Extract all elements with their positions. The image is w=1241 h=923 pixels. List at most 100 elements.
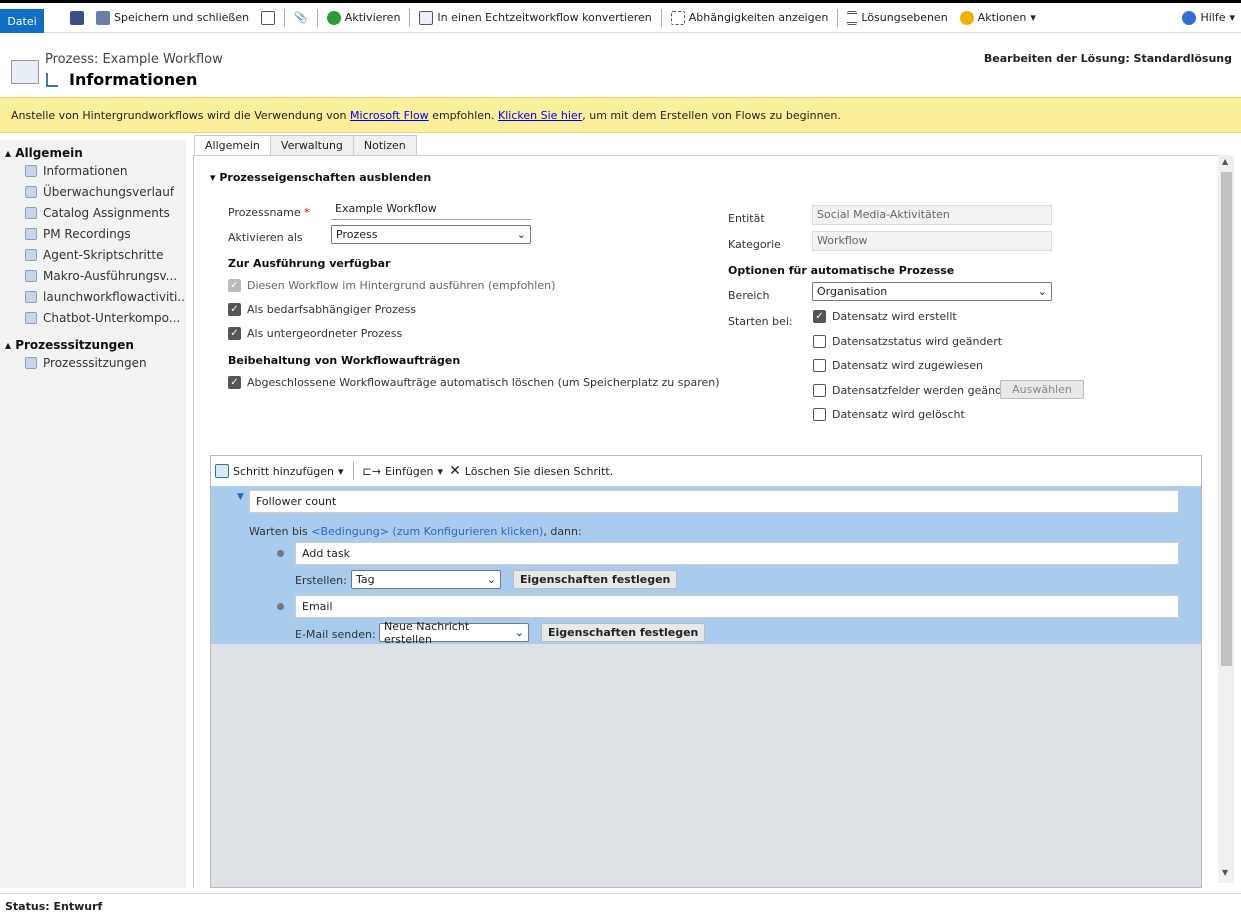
actions-menu[interactable]: Aktionen ▾ — [954, 10, 1042, 25]
entity-field: Social Media-Aktivitäten — [812, 205, 1052, 225]
sidebar-item-prozesssitzungen[interactable]: Prozesssitzungen — [0, 352, 186, 373]
action-name-input[interactable]: Email — [295, 595, 1179, 618]
wait-condition: Warten bis <Bedingung> (zum Konfiguriere… — [249, 525, 582, 538]
chevron-down-icon: ⌄ — [516, 228, 526, 241]
availability-heading: Zur Ausführung verfügbar — [228, 257, 391, 270]
add-step-icon — [215, 464, 229, 478]
insert-button[interactable]: ⊏→ Einfügen ▾ — [363, 465, 444, 478]
save-button[interactable] — [64, 10, 90, 25]
dependencies-button[interactable]: Abhängigkeiten anzeigen — [665, 10, 835, 25]
dropdown-arrow-icon: ▾ — [1229, 11, 1235, 24]
tab-general[interactable]: Allgemein — [194, 135, 271, 157]
file-button[interactable]: Datei — [0, 9, 44, 33]
page-title: Informationen — [69, 70, 198, 89]
tab-notes[interactable]: Notizen — [352, 135, 417, 156]
condition-link[interactable]: <Bedingung> (zum Konfigurieren klicken) — [311, 525, 543, 538]
delete-step-button[interactable]: ✕ Löschen Sie diesen Schritt. — [449, 463, 613, 479]
section-toggle[interactable]: ▾ Prozesseigenschaften ausblenden — [210, 171, 431, 184]
child-process-checkbox[interactable]: ✓ Als untergeordneter Prozess — [228, 327, 402, 340]
scope-label: Bereich — [728, 289, 770, 302]
action-name-input[interactable]: Add task — [295, 542, 1179, 565]
sidebar-item-7[interactable]: Chatbot-Unterkompo... — [0, 307, 186, 328]
separator — [837, 8, 839, 27]
workflow-icon — [46, 73, 58, 87]
workflow-designer: Schritt hinzufügen ▾ ⊏→ Einfügen ▾ ✕ Lösch… — [210, 455, 1202, 888]
send-email-select[interactable]: Neue Nachricht erstellen ⌄ — [379, 620, 529, 646]
insert-icon: ⊏→ — [362, 464, 381, 478]
record-created-checkbox[interactable]: ✓ Datensatz wird erstellt — [813, 310, 957, 323]
process-icon — [11, 60, 39, 84]
designer-toolbar: Schritt hinzufügen ▾ ⊏→ Einfügen ▾ ✕ Lösch… — [211, 456, 1201, 486]
set-properties-button[interactable]: Eigenschaften festlegen — [513, 570, 678, 589]
sidebar-section-general[interactable]: ▴ Allgemein — [0, 140, 186, 160]
entity-icon — [25, 164, 37, 177]
save-icon — [70, 10, 84, 25]
tab-bar: Allgemein Verwaltung Notizen — [194, 135, 417, 157]
send-email-label: E-Mail senden: — [295, 628, 376, 641]
record-assigned-checkbox[interactable]: Datensatz wird zugewiesen — [813, 359, 983, 372]
print-button[interactable] — [255, 10, 281, 25]
convert-button[interactable]: In einen Echtzeitworkflow konvertieren — [413, 10, 657, 25]
layers-icon — [847, 10, 858, 25]
create-label: Erstellen: — [295, 574, 347, 587]
scope-select[interactable]: Organisation ⌄ — [812, 282, 1052, 301]
add-step-button[interactable]: Schritt hinzufügen ▾ — [215, 464, 344, 478]
bullet-icon — [277, 603, 284, 610]
sidebar-section-sessions[interactable]: ▴ Prozesssitzungen — [0, 328, 186, 352]
status-changed-checkbox[interactable]: Datensatzstatus wird geändert — [813, 335, 1002, 348]
command-bar: Datei Speichern und schließen 📎 Aktivier… — [0, 3, 1241, 33]
record-subtitle: Prozess: Example Workflow — [45, 52, 223, 67]
entity-icon — [25, 206, 37, 219]
collapse-icon[interactable]: ▼ — [237, 492, 244, 502]
entity-icon — [25, 269, 37, 282]
separator — [316, 8, 318, 27]
separator — [409, 8, 411, 27]
sidebar-item-3[interactable]: PM Recordings — [0, 223, 186, 244]
fields-changed-checkbox[interactable]: Datensatzfelder werden geändert — [813, 384, 1018, 397]
scroll-down-icon[interactable]: ▼ — [1222, 868, 1228, 877]
sidebar-item-5[interactable]: Makro-Ausführungsv... — [0, 265, 186, 286]
wait-step: ▼ Follower count Warten bis <Bedingung> … — [211, 486, 1201, 646]
entity-label: Entität — [728, 212, 765, 225]
sidebar-item-2[interactable]: Catalog Assignments — [0, 202, 186, 223]
auto-delete-checkbox[interactable]: ✓ Abgeschlossene Workflowaufträge automat… — [228, 376, 720, 389]
save-close-button[interactable]: Speichern und schließen — [90, 10, 255, 25]
help-menu[interactable]: Hilfe ▾ — [1176, 10, 1241, 25]
actions-icon — [959, 10, 974, 25]
entity-icon — [25, 227, 37, 240]
entity-icon — [25, 311, 37, 324]
tab-administration[interactable]: Verwaltung — [269, 135, 354, 156]
process-name-input[interactable]: Example Workflow — [331, 200, 531, 220]
sidebar-item-6[interactable]: launchworkflowactiviti... — [0, 286, 186, 307]
microsoft-flow-link[interactable]: Microsoft Flow — [350, 109, 429, 122]
chevron-down-icon: ⌄ — [1037, 285, 1047, 298]
sidebar-item-1[interactable]: Überwachungsverlauf — [0, 181, 186, 202]
start-when-label: Starten bei: — [728, 315, 793, 328]
on-demand-checkbox[interactable]: ✓ Als bedarfsabhängiger Prozess — [228, 303, 416, 316]
record-deleted-checkbox[interactable]: Datensatz wird gelöscht — [813, 408, 965, 421]
select-fields-button[interactable]: Auswählen — [1000, 380, 1084, 399]
process-name-label: Prozessname * — [228, 206, 310, 219]
activate-button[interactable]: Aktivieren — [321, 10, 407, 25]
solution-label: Bearbeiten der Lösung: Standardlösung — [983, 52, 1232, 65]
step-name-input[interactable]: Follower count — [249, 490, 1179, 513]
sessions-icon — [25, 356, 37, 369]
set-properties-button[interactable]: Eigenschaften festlegen — [541, 623, 706, 642]
activate-as-select[interactable]: Prozess ⌄ — [331, 225, 531, 244]
scrollbar-thumb[interactable] — [1221, 172, 1232, 666]
separator — [284, 8, 286, 27]
scroll-up-icon[interactable]: ▲ — [1222, 157, 1228, 166]
sidebar-item-0[interactable]: Informationen — [0, 160, 186, 181]
background-checkbox[interactable]: ✓ Diesen Workflow im Hintergrund ausführe… — [228, 279, 555, 292]
entity-icon — [25, 185, 37, 198]
dropdown-arrow-icon: ▾ — [1030, 11, 1036, 24]
attach-button[interactable]: 📎 — [288, 11, 314, 24]
sidebar-item-4[interactable]: Agent-Skriptschritte — [0, 244, 186, 265]
create-entity-select[interactable]: Tag ⌄ — [351, 570, 501, 589]
solution-layers-button[interactable]: Lösungsebenen — [841, 10, 953, 25]
status-bar: Status: Entwurf — [0, 893, 1241, 923]
save-close-icon — [96, 10, 110, 25]
auto-options-heading: Optionen für automatische Prozesse — [728, 264, 955, 277]
close-icon: ✕ — [449, 463, 461, 479]
click-here-link[interactable]: Klicken Sie hier — [498, 109, 582, 122]
